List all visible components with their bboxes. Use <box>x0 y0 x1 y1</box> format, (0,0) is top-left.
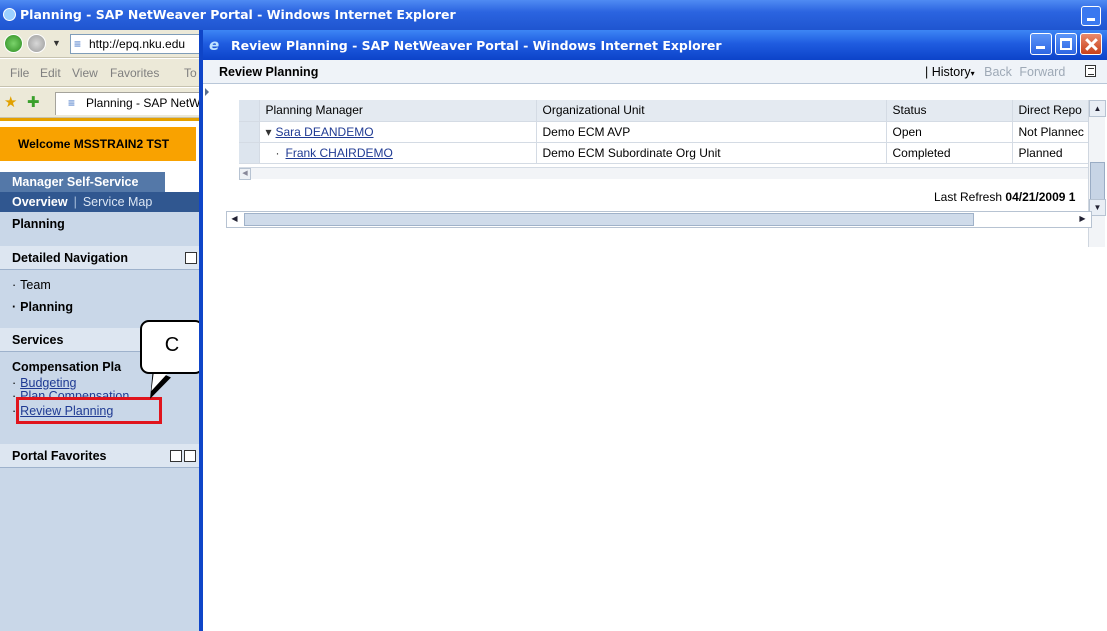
last-refresh: Last Refresh 04/21/2009 1 <box>934 190 1076 204</box>
page-menu-icon[interactable] <box>1085 65 1096 77</box>
add-favorite-icon[interactable]: ✚ <box>27 93 40 111</box>
table-row[interactable]: ▾ Sara DEANDEMO Demo ECM AVP Open Not Pla… <box>239 121 1089 143</box>
collapse-icon[interactable] <box>185 252 197 264</box>
background-window-titlebar[interactable]: Planning - SAP NetWeaver Portal - Window… <box>0 0 1107 30</box>
expand-arrow-icon[interactable] <box>205 88 209 96</box>
review-planning-table: Planning Manager Organizational Unit Sta… <box>239 100 1089 164</box>
menu-favorites[interactable]: Favorites <box>110 66 159 80</box>
scroll-left-icon[interactable]: ◀ <box>226 211 243 228</box>
callout-label: C <box>140 320 204 374</box>
detailed-navigation-header: Detailed Navigation <box>0 246 205 270</box>
top-level-nav: Overview | Service Map <box>0 192 205 212</box>
popup-titlebar[interactable]: e Review Planning - SAP NetWeaver Portal… <box>203 30 1107 60</box>
table-row[interactable]: · Frank CHAIRDEMO Demo ECM Subordinate Or… <box>239 142 1089 164</box>
page-title: Review Planning <box>219 65 319 79</box>
menu-tools[interactable]: To <box>184 66 197 80</box>
ie-icon: e <box>209 36 220 54</box>
table-horizontal-scrollbar[interactable]: ◀ <box>239 167 1088 180</box>
popup-content: Planning Manager Organizational Unit Sta… <box>203 85 1107 631</box>
org-unit-cell: Demo ECM AVP <box>536 121 887 143</box>
history-nav: | History▾ Back Forward <box>925 65 1066 79</box>
manager-cell: · Frank CHAIRDEMO <box>259 142 537 164</box>
manager-link[interactable]: Frank CHAIRDEMO <box>286 146 393 160</box>
nav-overview[interactable]: Overview <box>12 195 68 209</box>
tab-manager-self-service[interactable]: Manager Self-Service <box>0 172 165 192</box>
back-arrow-icon[interactable] <box>4 34 23 53</box>
status-cell: Completed <box>886 142 1013 164</box>
menu-bar: File Edit View Favorites To <box>0 59 205 87</box>
favorites-bar: ★ ✚ Planning - SAP NetWe <box>0 88 205 118</box>
scrollbar-thumb[interactable] <box>244 213 974 226</box>
popup-title: Review Planning - SAP NetWeaver Portal -… <box>231 38 722 53</box>
maximize-button[interactable] <box>1055 33 1077 55</box>
minimize-button[interactable] <box>1081 6 1101 26</box>
history-button[interactable]: History <box>932 65 971 79</box>
scroll-right-icon[interactable]: ▶ <box>1074 211 1091 228</box>
link-budgeting[interactable]: · Budgeting <box>12 376 76 390</box>
column-planning-manager[interactable]: Planning Manager <box>259 100 537 122</box>
menu-view[interactable]: View <box>72 66 98 80</box>
back-button[interactable]: Back <box>984 65 1012 79</box>
address-input[interactable]: http://epq.nku.edu <box>70 34 205 54</box>
menu-icon[interactable] <box>170 450 182 462</box>
planning-header: Planning <box>0 212 205 236</box>
welcome-bar: Welcome MSSTRAIN2 TST <box>0 118 205 164</box>
column-status[interactable]: Status <box>886 100 1013 122</box>
close-button[interactable] <box>1080 33 1102 55</box>
minimize-button[interactable] <box>1030 33 1052 55</box>
nav-item-planning[interactable]: · Planning <box>12 300 73 314</box>
address-bar: ▼ http://epq.nku.edu <box>0 30 205 58</box>
highlight-box <box>16 397 162 424</box>
status-cell: Open <box>886 121 1013 143</box>
popup-header: Review Planning | History▾ Back Forward <box>203 60 1107 84</box>
column-organizational-unit[interactable]: Organizational Unit <box>536 100 887 122</box>
direct-reports-cell: Not Plannec <box>1012 121 1089 143</box>
row-selector[interactable] <box>239 142 260 164</box>
review-planning-window: e Review Planning - SAP NetWeaver Portal… <box>199 30 1107 631</box>
chevron-down-icon[interactable]: ▼ <box>52 38 61 48</box>
page-horizontal-scrollbar[interactable]: ◀ ▶ <box>226 211 1092 228</box>
expand-icon[interactable] <box>184 450 196 462</box>
org-unit-cell: Demo ECM Subordinate Org Unit <box>536 142 887 164</box>
row-selector[interactable] <box>239 121 260 143</box>
favorites-star-icon[interactable]: ★ <box>4 93 17 111</box>
manager-cell: ▾ Sara DEANDEMO <box>259 121 537 143</box>
welcome-text: Welcome MSSTRAIN2 TST <box>0 127 196 161</box>
compensation-planning-header: Compensation Pla <box>12 360 122 374</box>
scroll-up-icon[interactable]: ▲ <box>1089 100 1106 117</box>
last-refresh-value: 04/21/2009 1 <box>1005 190 1076 204</box>
direct-reports-cell: Planned <box>1012 142 1089 164</box>
forward-arrow-icon[interactable] <box>27 34 46 53</box>
select-all-cell[interactable] <box>239 100 260 122</box>
nav-service-map[interactable]: Service Map <box>83 195 152 209</box>
browser-tab[interactable]: Planning - SAP NetWe <box>55 92 205 115</box>
menu-edit[interactable]: Edit <box>40 66 61 80</box>
menu-file[interactable]: File <box>10 66 29 80</box>
ie-icon <box>3 8 16 21</box>
scroll-left-icon[interactable]: ◀ <box>239 168 251 180</box>
scrollbar-thumb[interactable] <box>1090 162 1105 204</box>
forward-button[interactable]: Forward <box>1019 65 1065 79</box>
table-header-row: Planning Manager Organizational Unit Sta… <box>239 100 1089 122</box>
manager-link[interactable]: Sara DEANDEMO <box>276 125 374 139</box>
column-direct-reports[interactable]: Direct Repo <box>1012 100 1089 122</box>
nav-item-team[interactable]: · Team <box>12 278 51 292</box>
background-window-title: Planning - SAP NetWeaver Portal - Window… <box>20 7 456 22</box>
